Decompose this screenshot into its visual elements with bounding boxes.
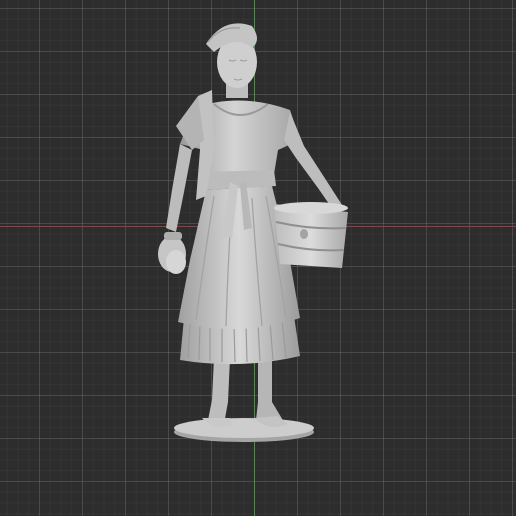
figurine-model[interactable] [0, 0, 516, 516]
base-plinth [174, 418, 314, 442]
legs [202, 358, 288, 427]
left-arm-with-jug [158, 144, 192, 274]
head [206, 23, 257, 98]
right-arm [284, 112, 344, 214]
3d-viewport[interactable] [0, 0, 516, 516]
bucket [274, 202, 348, 268]
